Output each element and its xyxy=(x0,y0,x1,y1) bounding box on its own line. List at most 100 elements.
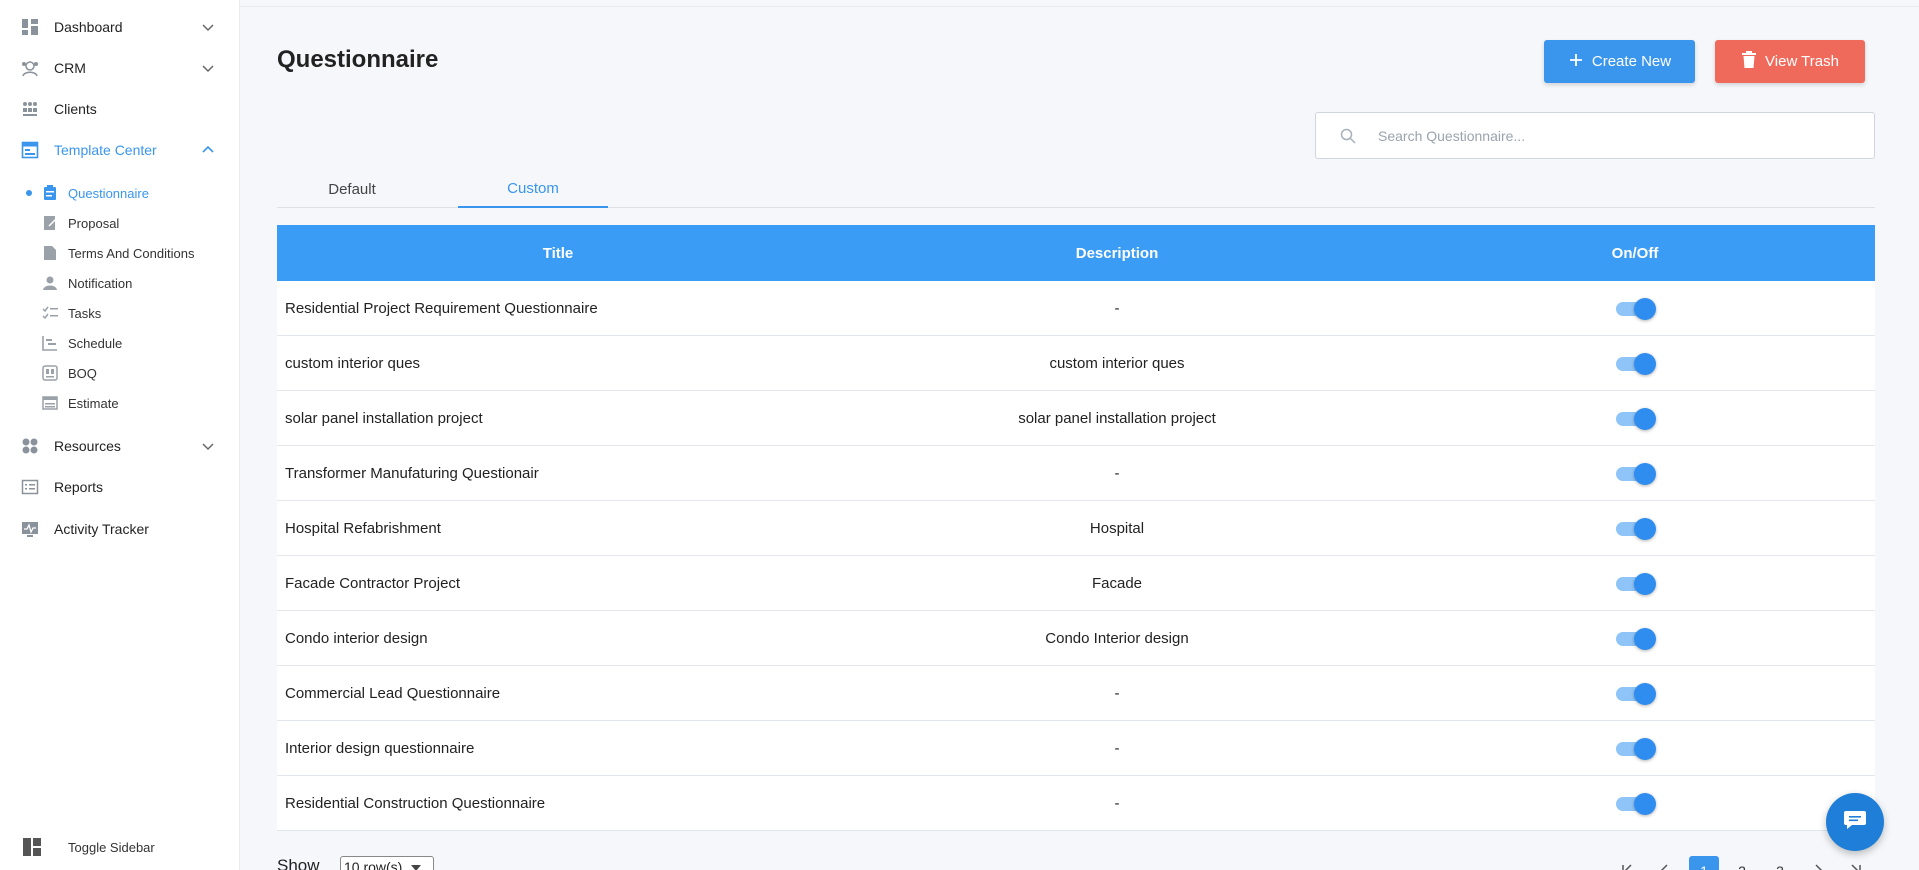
active-dot xyxy=(26,190,32,196)
sidebar-item-resources[interactable]: Resources xyxy=(0,431,240,461)
document-icon xyxy=(42,245,58,261)
sidebar-item-label: CRM xyxy=(54,60,86,76)
view-trash-label: View Trash xyxy=(1765,53,1839,70)
on-off-toggle[interactable] xyxy=(1616,298,1656,320)
questionnaire-icon xyxy=(42,185,58,201)
sidebar-subitem-terms[interactable]: Terms And Conditions xyxy=(0,240,240,266)
table-row[interactable]: Facade Contractor Project Facade xyxy=(277,556,1875,611)
rows-per-page-select[interactable]: 10 row(s) xyxy=(340,856,434,870)
proposal-icon xyxy=(42,215,58,231)
on-off-toggle[interactable] xyxy=(1616,408,1656,430)
on-off-toggle[interactable] xyxy=(1616,353,1656,375)
page-button-2[interactable]: 2 xyxy=(1727,856,1757,870)
toggle-knob xyxy=(1634,738,1656,760)
page-button-3[interactable]: 3 xyxy=(1765,856,1795,870)
on-off-toggle[interactable] xyxy=(1616,683,1656,705)
toggle-knob xyxy=(1634,408,1656,430)
row-title: Facade Contractor Project xyxy=(285,574,461,592)
page-button-1[interactable]: 1 xyxy=(1689,856,1719,870)
row-toggle-cell xyxy=(1395,738,1875,760)
sidebar-item-template-center[interactable]: Template Center xyxy=(0,135,240,165)
checklist-icon xyxy=(42,305,58,321)
template-icon xyxy=(20,140,40,160)
sidebar-item-crm[interactable]: CRM xyxy=(0,53,240,83)
row-toggle-cell xyxy=(1395,793,1875,815)
sidebar-subitem-estimate[interactable]: Estimate xyxy=(0,390,240,416)
sidebar-subitem-boq[interactable]: BOQ xyxy=(0,360,240,386)
chevron-left-icon xyxy=(1658,863,1672,870)
sidebar-item-activity-tracker[interactable]: Activity Tracker xyxy=(0,514,240,544)
row-description: - xyxy=(1114,794,1120,812)
row-title: Hospital Refabrishment xyxy=(285,519,441,537)
sidebar-item-reports[interactable]: Reports xyxy=(0,472,240,502)
row-description: - xyxy=(1114,739,1120,757)
toggle-sidebar-button[interactable]: Toggle Sidebar xyxy=(0,832,240,862)
on-off-toggle[interactable] xyxy=(1616,573,1656,595)
on-off-toggle[interactable] xyxy=(1616,518,1656,540)
row-description: Hospital xyxy=(1089,519,1145,537)
row-toggle-cell xyxy=(1395,518,1875,540)
table-row[interactable]: Condo interior design Condo Interior desi… xyxy=(277,611,1875,666)
last-page-button[interactable] xyxy=(1841,856,1871,870)
trash-icon xyxy=(1741,50,1757,73)
plus-icon xyxy=(1568,52,1584,72)
column-header-description: Description xyxy=(1075,244,1159,262)
row-toggle-cell xyxy=(1395,683,1875,705)
row-description: Facade xyxy=(1091,574,1143,592)
boq-icon xyxy=(42,365,58,381)
table-row[interactable]: Interior design questionnaire - xyxy=(277,721,1875,776)
prev-page-button[interactable] xyxy=(1650,856,1680,870)
table-row[interactable]: custom interior ques custom interior ques xyxy=(277,336,1875,391)
view-trash-button[interactable]: View Trash xyxy=(1715,40,1865,83)
table-row[interactable]: Residential Project Requirement Question… xyxy=(277,281,1875,336)
on-off-toggle[interactable] xyxy=(1616,628,1656,650)
toggle-knob xyxy=(1634,573,1656,595)
row-title: solar panel installation project xyxy=(285,409,483,427)
table-row[interactable]: Hospital Refabrishment Hospital xyxy=(277,501,1875,556)
table-row[interactable]: Transformer Manufaturing Questionair - xyxy=(277,446,1875,501)
tab-default[interactable]: Default xyxy=(277,170,427,208)
on-off-toggle[interactable] xyxy=(1616,463,1656,485)
on-off-toggle[interactable] xyxy=(1616,793,1656,815)
sidebar-subitem-questionnaire[interactable]: Questionnaire xyxy=(0,180,240,206)
row-toggle-cell xyxy=(1395,408,1875,430)
row-description: - xyxy=(1114,684,1120,702)
table-row[interactable]: Residential Construction Questionnaire - xyxy=(277,776,1875,831)
chat-button[interactable] xyxy=(1826,793,1884,851)
row-toggle-cell xyxy=(1395,573,1875,595)
chevron-right-icon xyxy=(1811,863,1825,870)
sidebar-item-label: Dashboard xyxy=(54,19,123,35)
search-input[interactable] xyxy=(1378,113,1858,158)
sidebar-subitem-tasks[interactable]: Tasks xyxy=(0,300,240,326)
sidebar-subitem-schedule[interactable]: Schedule xyxy=(0,330,240,356)
sidebar-item-label: Clients xyxy=(54,101,97,117)
row-title: Residential Construction Questionnaire xyxy=(285,794,546,812)
row-title: custom interior ques xyxy=(285,354,421,372)
on-off-toggle[interactable] xyxy=(1616,738,1656,760)
first-page-button[interactable] xyxy=(1612,856,1642,870)
sidebar-subitem-notification[interactable]: Notification xyxy=(0,270,240,296)
sidebar-item-label: Activity Tracker xyxy=(54,521,149,537)
last-page-icon xyxy=(1849,863,1863,870)
tab-custom[interactable]: Custom xyxy=(458,170,608,208)
search-icon xyxy=(1340,128,1356,144)
table-row[interactable]: Commercial Lead Questionnaire - xyxy=(277,666,1875,721)
chevron-down-icon xyxy=(200,19,216,35)
reports-icon xyxy=(20,477,40,497)
row-title: Residential Project Requirement Question… xyxy=(285,299,598,317)
table-header: Title Description On/Off xyxy=(277,225,1875,281)
toggle-knob xyxy=(1634,793,1656,815)
row-toggle-cell xyxy=(1395,353,1875,375)
row-title: Commercial Lead Questionnaire xyxy=(285,684,501,702)
table-row[interactable]: solar panel installation project solar pa… xyxy=(277,391,1875,446)
sidebar-subitem-label: Proposal xyxy=(68,215,120,231)
sidebar-subitem-proposal[interactable]: Proposal xyxy=(0,210,240,236)
sidebar-subitem-label: Estimate xyxy=(68,395,119,411)
create-new-button[interactable]: Create New xyxy=(1544,40,1695,83)
row-description: - xyxy=(1114,299,1120,317)
sidebar-subitem-label: Questionnaire xyxy=(68,185,149,201)
sidebar-item-clients[interactable]: Clients xyxy=(0,94,240,124)
row-toggle-cell xyxy=(1395,298,1875,320)
next-page-button[interactable] xyxy=(1803,856,1833,870)
sidebar-item-dashboard[interactable]: Dashboard xyxy=(0,12,240,42)
